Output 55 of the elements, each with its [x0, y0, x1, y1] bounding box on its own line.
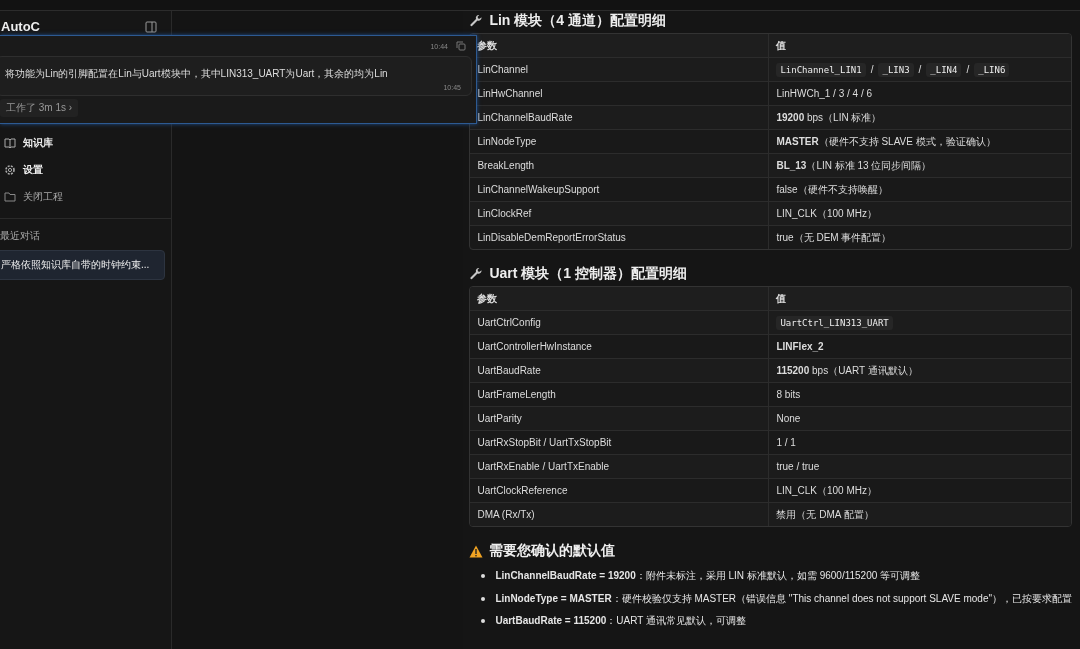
table-cell-text: LinHWCh_1 / 3 / 4 / 6	[775, 87, 873, 101]
bullet-text: UartBaudRate = 115200：UART 通讯常见默认，可调整	[495, 614, 746, 629]
table-cell: UartParity	[470, 407, 770, 430]
table-cell-text: LIN_CLK（100 MHz）	[775, 483, 878, 498]
section-title: Lin 模块（4 通道）配置明细	[489, 12, 666, 30]
table-cell-text: None	[775, 412, 802, 426]
nav-item[interactable]: 知识库	[4, 134, 171, 152]
warning-title: 需要您确认的默认值	[489, 542, 616, 560]
nav-item[interactable]: 设置	[4, 161, 171, 179]
table-cell: BreakLength	[470, 154, 770, 177]
sidebar-toggle-icon[interactable]	[144, 20, 157, 33]
conversation-item[interactable]: 严格依照知识库自带的时钟约束...	[0, 250, 165, 280]
table-cell-text: LIN_CLK（100 MHz）	[775, 206, 878, 221]
wrench-icon	[469, 14, 484, 28]
table-cell-text: 8 bits	[775, 388, 802, 402]
warning-icon	[469, 544, 484, 558]
table-cell-text: 19200 bps（LIN 标准）	[775, 110, 883, 125]
settings-icon	[4, 164, 16, 176]
code-chip: _LIN3	[878, 62, 914, 77]
bullet-text: LinChannelBaudRate = 19200：附件未标注，采用 LIN 标准默认，如需 9600/115200 等可调整	[495, 569, 921, 584]
table-cell: DMA (Rx/Tx)	[470, 503, 770, 526]
code-chip: _LIN6	[974, 62, 1010, 77]
table-cell-text: true（无 DEM 事件配置）	[775, 230, 893, 245]
separator: /	[870, 64, 874, 75]
table-cell-text: true / true	[775, 460, 821, 474]
table-cell-text: 115200 bps（UART 通讯默认）	[775, 363, 919, 378]
app-title: AutoC	[1, 19, 40, 34]
wrench-icon	[469, 267, 484, 281]
column-header: 值	[775, 291, 788, 306]
table-cell: LinDisableDemReportErrorStatus	[470, 226, 770, 249]
table-cell-text: MASTER（硬件不支持 SLAVE 模式，验证确认）	[775, 134, 997, 149]
table-cell-text: 1 / 1	[775, 436, 797, 450]
code-chip: LinChannel_LIN1	[776, 62, 866, 77]
message-text: 将功能为Lin的引脚配置在Lin与Uart模块中，其中LIN313_UART为Uart，其余的均为Lin	[5, 68, 388, 79]
nav-item[interactable]: 关闭工程	[4, 188, 171, 206]
work-duration-button[interactable]: 工作了 3m 1s ›	[0, 99, 79, 117]
table-cell: LinClockRef	[470, 202, 770, 225]
table-cell-text: false（硬件不支持唤醒）	[775, 182, 889, 197]
book-icon	[4, 137, 16, 149]
folder-icon	[4, 192, 16, 202]
bullet-text: LinNodeType = MASTER：硬件校验仅支持 MASTER（错误信息 "This channel does not support SLAVE mode"），已按要求配置	[495, 591, 1072, 606]
recent-heading: 最近对话	[0, 218, 171, 243]
table-cell-text: LINFlex_2	[775, 340, 825, 354]
table-cell: UartCtrlConfig	[470, 311, 770, 334]
table-cell-text: BL_13（LIN 标准 13 位同步间隔）	[775, 158, 933, 173]
table-cell: UartRxEnable / UartTxEnable	[470, 455, 770, 478]
table-cell-text: 禁用（无 DMA 配置）	[775, 507, 875, 522]
code-chip: UartCtrl_LIN313_UART	[776, 315, 893, 330]
column-header: 值	[775, 38, 788, 53]
separator: /	[966, 64, 970, 75]
copy-icon[interactable]	[456, 41, 466, 51]
code-chip: _LIN4	[926, 62, 962, 77]
section-title: Uart 模块（1 控制器）配置明细	[489, 265, 687, 283]
separator: /	[918, 64, 922, 75]
table-cell: UartBaudRate	[470, 359, 770, 382]
